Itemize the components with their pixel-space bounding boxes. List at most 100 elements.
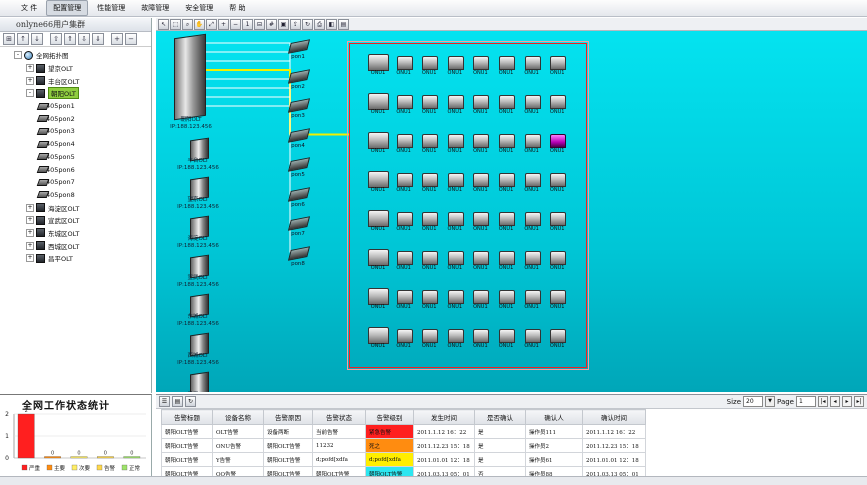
- onu-device-icon[interactable]: ONU1: [394, 249, 414, 271]
- expand-node-icon[interactable]: +: [26, 64, 34, 73]
- first-page-icon[interactable]: |◂: [818, 396, 828, 407]
- grid-icon[interactable]: #: [266, 18, 277, 30]
- onu-device-icon[interactable]: ONU1: [445, 54, 465, 76]
- tree-node[interactable]: 405pon8: [0, 189, 151, 202]
- tree-node[interactable]: + 宣武区OLT: [0, 214, 151, 227]
- onu-device-icon[interactable]: ONU1: [419, 288, 439, 310]
- collapse-node-icon[interactable]: -: [14, 51, 22, 60]
- onu-device-icon[interactable]: ONU1: [368, 171, 389, 193]
- onu-device-icon[interactable]: ONU1: [522, 210, 542, 232]
- expand-node-icon[interactable]: +: [26, 254, 34, 263]
- export-icon[interactable]: ⇪: [290, 18, 301, 30]
- zoom-in-icon[interactable]: +: [218, 18, 229, 30]
- onu-device-icon[interactable]: ONU1: [522, 249, 542, 271]
- page-size-input[interactable]: 20: [743, 396, 764, 407]
- expand-node-icon[interactable]: +: [26, 241, 34, 250]
- onu-device-icon[interactable]: ONU1: [470, 171, 490, 193]
- menu-item-0[interactable]: 文 件: [14, 0, 44, 16]
- onu-alert-icon[interactable]: ONU1: [547, 132, 567, 154]
- onu-device-icon[interactable]: ONU1: [470, 327, 490, 349]
- page-size-dropdown-icon[interactable]: ▼: [765, 396, 776, 407]
- expand-icon[interactable]: +: [111, 33, 123, 45]
- overview-icon[interactable]: ▣: [278, 18, 289, 30]
- onu-device-icon[interactable]: ONU1: [470, 288, 490, 310]
- up-icon[interactable]: ⇧: [50, 33, 62, 45]
- tree-node[interactable]: 405pon4: [0, 138, 151, 151]
- view-icon[interactable]: ⊞: [3, 33, 15, 45]
- refresh-icon[interactable]: ↻: [302, 18, 313, 30]
- layout-icon[interactable]: ⊟: [254, 18, 265, 30]
- select-icon[interactable]: ⬚: [170, 18, 181, 30]
- down-icon[interactable]: ⇩: [78, 33, 90, 45]
- onu-device-icon[interactable]: ONU1: [547, 171, 567, 193]
- onu-device-icon[interactable]: ONU1: [445, 288, 465, 310]
- tree-node[interactable]: 405pon3: [0, 125, 151, 138]
- onu-device-icon[interactable]: ONU1: [419, 249, 439, 271]
- table-row[interactable]: 朝阳OLT告警 OLT告警 设备两断 当前告警 紧急告警 2011.1.12 16：22 是…: [161, 424, 646, 439]
- preview-icon[interactable]: ◧: [326, 18, 337, 30]
- onu-device-icon[interactable]: ONU1: [522, 54, 542, 76]
- fit-icon[interactable]: ⤢: [206, 18, 217, 30]
- onu-device-icon[interactable]: ONU1: [496, 327, 516, 349]
- column-header[interactable]: 确认人: [525, 409, 583, 425]
- zoom-out-icon[interactable]: −: [230, 18, 241, 30]
- pon-device-icon[interactable]: [287, 157, 311, 172]
- onu-device-icon[interactable]: ONU1: [445, 249, 465, 271]
- page-input[interactable]: 1: [796, 396, 816, 407]
- pon-device-icon[interactable]: [287, 68, 311, 84]
- onu-device-icon[interactable]: ONU1: [419, 210, 439, 232]
- onu-device-icon[interactable]: ONU1: [522, 327, 542, 349]
- tree-node[interactable]: + 海淀区OLT: [0, 201, 151, 214]
- onu-device-icon[interactable]: ONU1: [445, 132, 465, 154]
- tree-node[interactable]: 405pon1: [0, 100, 151, 113]
- onu-device-icon[interactable]: ONU1: [419, 132, 439, 154]
- onu-device-icon[interactable]: ONU1: [368, 249, 389, 271]
- onu-device-icon[interactable]: ONU1: [394, 171, 414, 193]
- tree-node[interactable]: + 丰台区OLT: [0, 74, 151, 87]
- table-row[interactable]: 朝阳OLT告警 Y告警 朝阳OLT告警 d;pofd[xdfa d;pofd[xdfa 2…: [161, 452, 646, 467]
- onu-device-icon[interactable]: ONU1: [394, 132, 414, 154]
- table-row[interactable]: 朝阳OLT告警 ONU告警 朝阳OLT告警 11232 死之 2011.12.23 15：…: [161, 438, 646, 453]
- onu-device-icon[interactable]: ONU1: [547, 210, 567, 232]
- last-page-icon[interactable]: ▸|: [854, 396, 864, 407]
- onu-device-icon[interactable]: ONU1: [394, 288, 414, 310]
- onu-device-icon[interactable]: ONU1: [419, 171, 439, 193]
- onu-device-icon[interactable]: ONU1: [496, 171, 516, 193]
- collapse-icon[interactable]: −: [125, 33, 137, 45]
- onu-device-icon[interactable]: ONU1: [522, 288, 542, 310]
- onu-device-icon[interactable]: ONU1: [445, 327, 465, 349]
- tree-node[interactable]: + 东城区OLT: [0, 227, 151, 240]
- pon-device-icon[interactable]: [287, 98, 311, 113]
- expand-node-icon[interactable]: +: [26, 203, 34, 212]
- column-header[interactable]: 是否确认: [474, 409, 526, 425]
- sort-desc-icon[interactable]: ↓: [31, 33, 43, 45]
- hand-icon[interactable]: ✋: [194, 18, 205, 30]
- onu-device-icon[interactable]: ONU1: [496, 210, 516, 232]
- pointer-icon[interactable]: ↖: [158, 18, 169, 30]
- onu-device-icon[interactable]: ONU1: [547, 249, 567, 271]
- onu-device-icon[interactable]: ONU1: [394, 210, 414, 232]
- prev-page-icon[interactable]: ◂: [830, 396, 840, 407]
- collapse-node-icon[interactable]: -: [26, 89, 34, 98]
- onu-device-icon[interactable]: ONU1: [522, 132, 542, 154]
- onu-device-icon[interactable]: ONU1: [419, 327, 439, 349]
- main-olt-icon[interactable]: [174, 33, 206, 121]
- column-header[interactable]: 告警状态: [312, 409, 366, 425]
- tree-node[interactable]: + 西城区OLT: [0, 239, 151, 252]
- zoom-reset-icon[interactable]: 1: [242, 18, 253, 30]
- onu-device-icon[interactable]: ONU1: [394, 54, 414, 76]
- tree-node[interactable]: 405pon2: [0, 112, 151, 125]
- onu-device-icon[interactable]: ONU1: [496, 288, 516, 310]
- zoom-icon[interactable]: ⌕: [182, 18, 193, 30]
- pon-device-icon[interactable]: [287, 245, 311, 261]
- onu-device-icon[interactable]: ONU1: [547, 327, 567, 349]
- menu-item-2[interactable]: 性能管理: [90, 0, 132, 16]
- onu-device-icon[interactable]: ONU1: [368, 132, 389, 154]
- onu-device-icon[interactable]: ONU1: [470, 132, 490, 154]
- onu-device-icon[interactable]: ONU1: [470, 210, 490, 232]
- next-page-icon[interactable]: ▸: [842, 396, 852, 407]
- column-header[interactable]: 发生时间: [413, 409, 475, 425]
- olt-device-icon[interactable]: [190, 371, 209, 392]
- print-icon[interactable]: ⎙: [314, 18, 325, 30]
- tree-node[interactable]: + 望京OLT: [0, 62, 151, 75]
